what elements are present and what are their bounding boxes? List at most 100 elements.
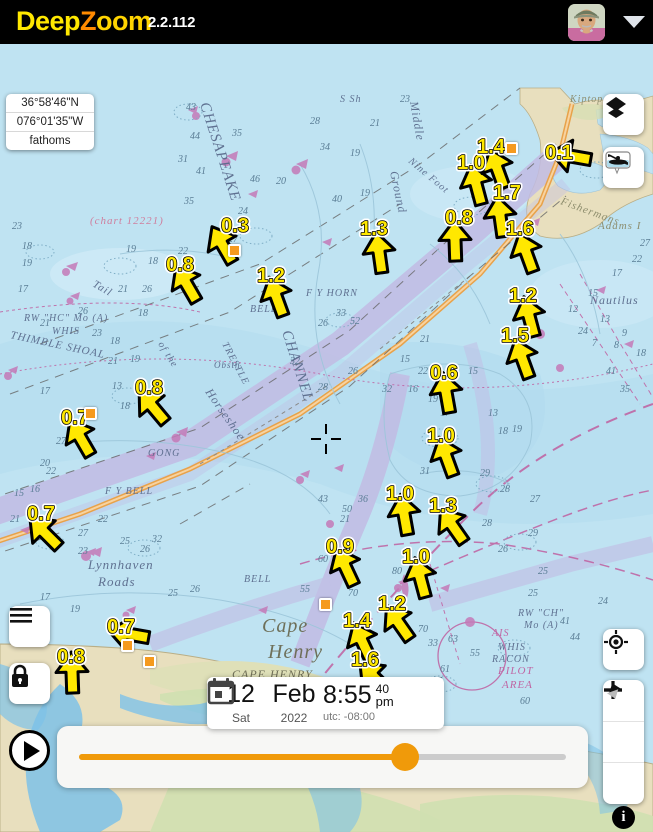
datetime-widget[interactable]: 12 Sat Feb 2022 8:55 40 pm utc: -08:00 [207, 677, 444, 729]
waypoint-marker[interactable] [228, 244, 241, 257]
sounding-depth: 28 [482, 518, 492, 529]
time-block: 8:55 40 pm utc: -08:00 [323, 683, 394, 723]
sounding-depth: 63 [448, 634, 458, 645]
chart-place-label: Adams I [597, 220, 642, 232]
app-logo[interactable]: DeepZoom [16, 6, 152, 37]
chart-place-label: F Y HORN [305, 288, 358, 299]
sounding-depth: 29 [528, 528, 538, 539]
time-suffix: 40 pm [376, 683, 394, 708]
app-version: 2.2.112 [148, 14, 196, 31]
meridiem: pm [375, 694, 394, 709]
locate-button[interactable] [603, 629, 644, 670]
utc-offset: utc: -08:00 [323, 711, 375, 723]
sounding-depth: 60 [318, 554, 328, 565]
nautical-chart-map[interactable]: 19 21 23 28 34 19 40 20 46 44 43 41 31 35 24 27 35 22 18 19… [0, 44, 653, 832]
chart-place-label: WHIS [52, 326, 80, 337]
chart-place-label: BELL [250, 304, 277, 315]
sounding-depth: 40 [332, 194, 342, 205]
vessel-marker-button[interactable] [603, 147, 644, 188]
waypoint-marker[interactable] [143, 655, 156, 668]
sounding-depth: 43 [186, 102, 196, 113]
sounding-depth: 22 [98, 514, 108, 525]
sounding-depth: 70 [418, 624, 428, 635]
waypoint-marker[interactable] [505, 142, 518, 155]
sounding-depth: 26 [318, 318, 328, 329]
sounding-depth: 44 [190, 131, 200, 142]
sounding-depth: 33 [427, 638, 438, 649]
sounding-depth: 16 [408, 384, 418, 395]
sounding-depth: 35 [231, 128, 242, 139]
chevron-down-icon[interactable] [623, 16, 645, 28]
sounding-depth: 28 [500, 484, 510, 495]
sounding-depth: 9 [622, 328, 627, 339]
chart-place-label: RW "HC" Mo (A) [23, 313, 108, 324]
slider-thumb[interactable] [391, 743, 420, 771]
avatar[interactable] [568, 4, 605, 41]
sounding-depth: 19 [126, 244, 136, 255]
info-label: i [621, 809, 626, 825]
chart-place-label: RACON [491, 654, 530, 665]
sounding-depth: 15 [468, 366, 478, 377]
sounding-depth: 25 [538, 566, 548, 577]
sounding-depth: 21 [370, 118, 380, 129]
longitude-value: 076°01'35"W [6, 112, 94, 131]
sounding-depth: 15 [14, 488, 24, 499]
zoom-out-button[interactable] [603, 688, 644, 762]
sounding-depth: 26 [498, 544, 508, 555]
chart-place-label: Henry [267, 641, 323, 663]
sounding-depth: 22 [418, 366, 428, 377]
sounding-depth: 21 [10, 514, 20, 525]
waypoint-marker[interactable] [319, 598, 332, 611]
chart-place-label: Obstn [214, 360, 241, 370]
sounding-depth: 21 [340, 514, 350, 525]
sounding-depth: 13 [600, 314, 610, 325]
info-button[interactable]: i [612, 806, 635, 829]
sounding-depth: 15 [400, 354, 410, 365]
day-name: Sat [231, 711, 250, 725]
lock-icon [12, 664, 28, 687]
sounding-depth: 32 [381, 384, 392, 395]
waypoint-marker[interactable] [121, 639, 134, 652]
logo-part-z: Z [80, 6, 97, 36]
sounding-depth: 19 [130, 354, 140, 365]
sounding-depth: 61 [440, 664, 450, 675]
play-button[interactable] [9, 730, 50, 771]
sounding-depth: 28 [310, 116, 320, 127]
sounding-depth: 12 [568, 304, 578, 315]
calendar-icon [207, 678, 235, 705]
sounding-depth: 22 [46, 466, 56, 477]
sounding-depth: 33 [335, 308, 346, 319]
sounding-depth: 46 [250, 174, 260, 185]
locate-icon [604, 630, 628, 654]
sounding-depth: 36 [357, 494, 368, 505]
tilt-button[interactable] [603, 683, 644, 803]
sounding-depth: 17 [18, 284, 29, 295]
time-slider[interactable] [79, 743, 566, 771]
sounding-depth: 32 [151, 534, 162, 545]
sounding-depth: 19 [350, 148, 360, 159]
sounding-depth: 16 [30, 484, 40, 495]
sounding-depth: 19 [70, 604, 80, 615]
sounding-depth: 22 [178, 246, 188, 257]
sounding-depth: 24 [598, 596, 608, 607]
vessel-marker-icon [605, 151, 631, 175]
sounding-depth: 41 [606, 366, 616, 377]
hamburger-menu-button[interactable] [9, 606, 50, 647]
year-value: 2022 [280, 711, 308, 725]
sounding-depth: 22 [632, 254, 642, 265]
chart-place-label: F Y BELL [104, 486, 153, 497]
sounding-depth: 28 [318, 382, 328, 393]
lock-button[interactable] [9, 663, 50, 704]
chart-place-label: S Sh [340, 94, 362, 105]
tilt-icon [606, 683, 622, 699]
sounding-depth: 41 [196, 166, 206, 177]
sounding-depth: 13 [112, 381, 122, 392]
waypoint-marker[interactable] [84, 407, 97, 420]
chart-place-label: AIS [491, 628, 509, 639]
sounding-depth: 35 [619, 384, 630, 395]
chart-place-label: BELL [244, 574, 271, 585]
sounding-depth: 25 [168, 588, 178, 599]
sounding-depth: 31 [419, 466, 430, 477]
layers-button[interactable] [603, 94, 644, 135]
chart-place-label: (chart 12221) [90, 215, 164, 227]
